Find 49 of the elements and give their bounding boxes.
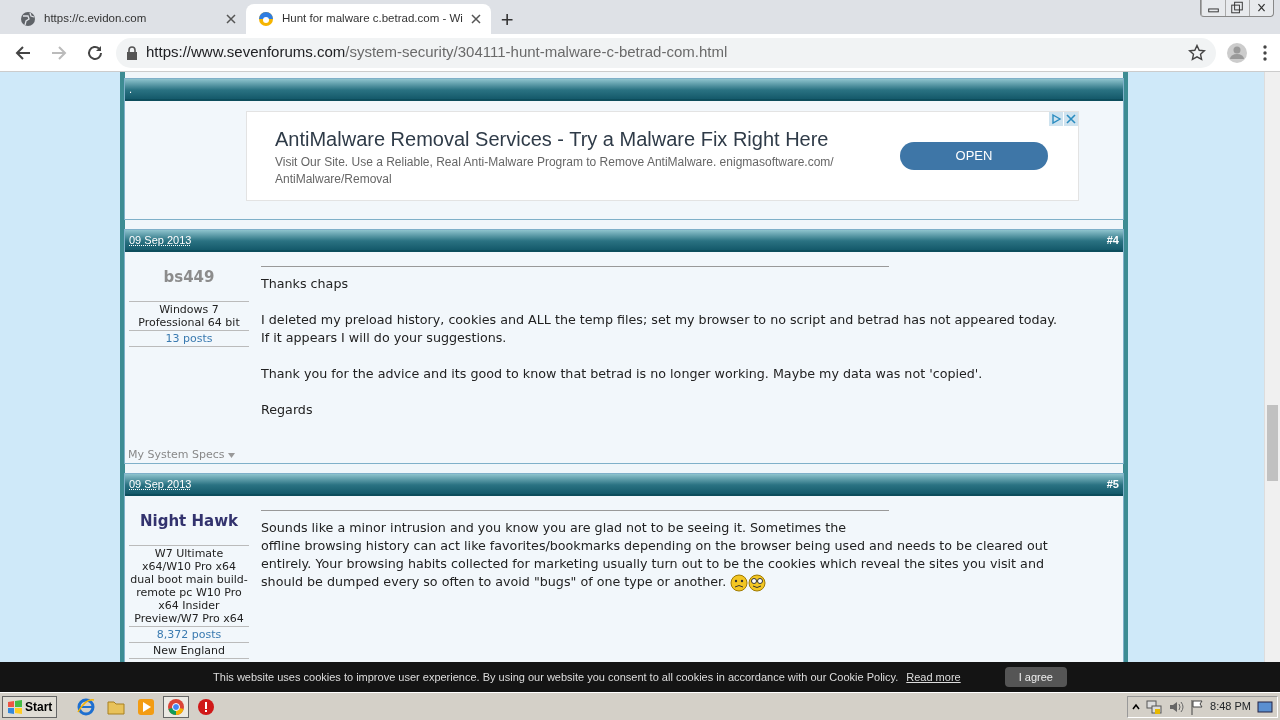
close-icon[interactable] <box>470 14 481 24</box>
post-text: If it appears I will do your suggestions. <box>261 329 508 347</box>
post-text: Thank you for the advice and its good to know that betrad is no longer working. Maybe my data was not 'copied'. <box>261 365 984 383</box>
browser-tab[interactable]: Hunt for malware c.betrad.com - Wi <box>246 4 491 34</box>
post-number[interactable]: #4 <box>1106 231 1119 249</box>
post-text: Thanks chaps <box>261 275 350 293</box>
new-tab-button[interactable]: + <box>490 6 524 34</box>
post-date[interactable]: 09 Sep 2013 <box>129 231 192 249</box>
user-system-info: Windows 7 Professional 64 bit <box>129 301 249 331</box>
agree-button[interactable]: I agree <box>1004 666 1067 688</box>
open-button[interactable]: OPEN <box>900 142 1048 170</box>
close-icon[interactable] <box>226 14 236 24</box>
post-text: should be dumped every so often to avoid "bugs" of one type or another. <box>261 573 1103 592</box>
address-bar[interactable]: https://www.sevenforums.com/system-security/304111-hunt-malware-c-betrad-com.html <box>116 37 1216 68</box>
post-date[interactable]: 09 Sep 2013 <box>129 475 192 493</box>
network-icon[interactable] <box>1146 698 1163 715</box>
caret-icon <box>228 452 236 458</box>
glasses-emoticon-icon <box>748 573 767 592</box>
post-text: Sounds like a minor intrusion and you know you are glad not to be seeing it. Sometimes the <box>261 519 848 537</box>
browser-tab[interactable]: https://c.evidon.com <box>8 4 246 34</box>
ad-title[interactable]: AntiMalware Removal Services - Try a Malware Fix Right Here <box>275 124 845 154</box>
ad-description: Visit Our Site. Use a Reliable, Real Anti-Malware Program to Remove AntiMalware. enigmasoftware.com/ AntiMalware/Removal <box>275 154 835 188</box>
star-icon[interactable] <box>1188 43 1206 62</box>
globe-icon <box>20 11 36 27</box>
user-system-info: W7 Ultimate x64/W10 Pro x64 dual boot main build-remote pc W10 Pro x64 Insider Preview/W7 Pro x64 <box>129 545 249 627</box>
url-text: https://www.sevenforums.com/system-security/304111-hunt-malware-c-betrad-com.html <box>146 42 728 63</box>
lock-icon <box>126 45 138 60</box>
windows-logo-icon <box>7 699 23 714</box>
post-text: I deleted my preload history, cookies and ALL the temp files; set my browser to no script and betrad has not appeared today. <box>261 311 1059 329</box>
show-desktop-icon[interactable] <box>1257 699 1273 714</box>
post-count-link[interactable]: 8,372 posts <box>129 626 249 643</box>
site-favicon-icon <box>258 11 274 27</box>
frown-emoticon-icon <box>730 573 749 592</box>
chevron-up-icon[interactable] <box>1132 702 1141 711</box>
read-more-link[interactable]: Read more <box>906 668 961 686</box>
post-number[interactable]: #5 <box>1106 475 1119 493</box>
ad-choices-icon[interactable] <box>1049 112 1063 126</box>
scrollbar[interactable] <box>1264 72 1280 662</box>
post-text: offline browsing history can act like favorites/bookmarks depending on the browser being used and needs to be cleared out <box>261 537 1049 555</box>
chrome-icon[interactable] <box>163 695 190 718</box>
header-text: . <box>129 81 133 97</box>
flag-icon[interactable] <box>1190 698 1205 715</box>
cookie-notice-text: This website uses cookies to improve user experience. By using our website you consent to all cookies in accordance with our Cookie Policy. <box>213 669 899 685</box>
start-button[interactable]: Start <box>2 695 58 718</box>
username[interactable]: Night Hawk <box>129 510 249 546</box>
post-text: Regards <box>261 401 314 419</box>
user-location: New England <box>129 642 249 659</box>
post-count-link[interactable]: 13 posts <box>129 330 249 347</box>
post-text: entirely. Your browsing habits collected for marketing usually turn out to be the cookies which reveal the sites you visit and <box>261 555 1045 573</box>
